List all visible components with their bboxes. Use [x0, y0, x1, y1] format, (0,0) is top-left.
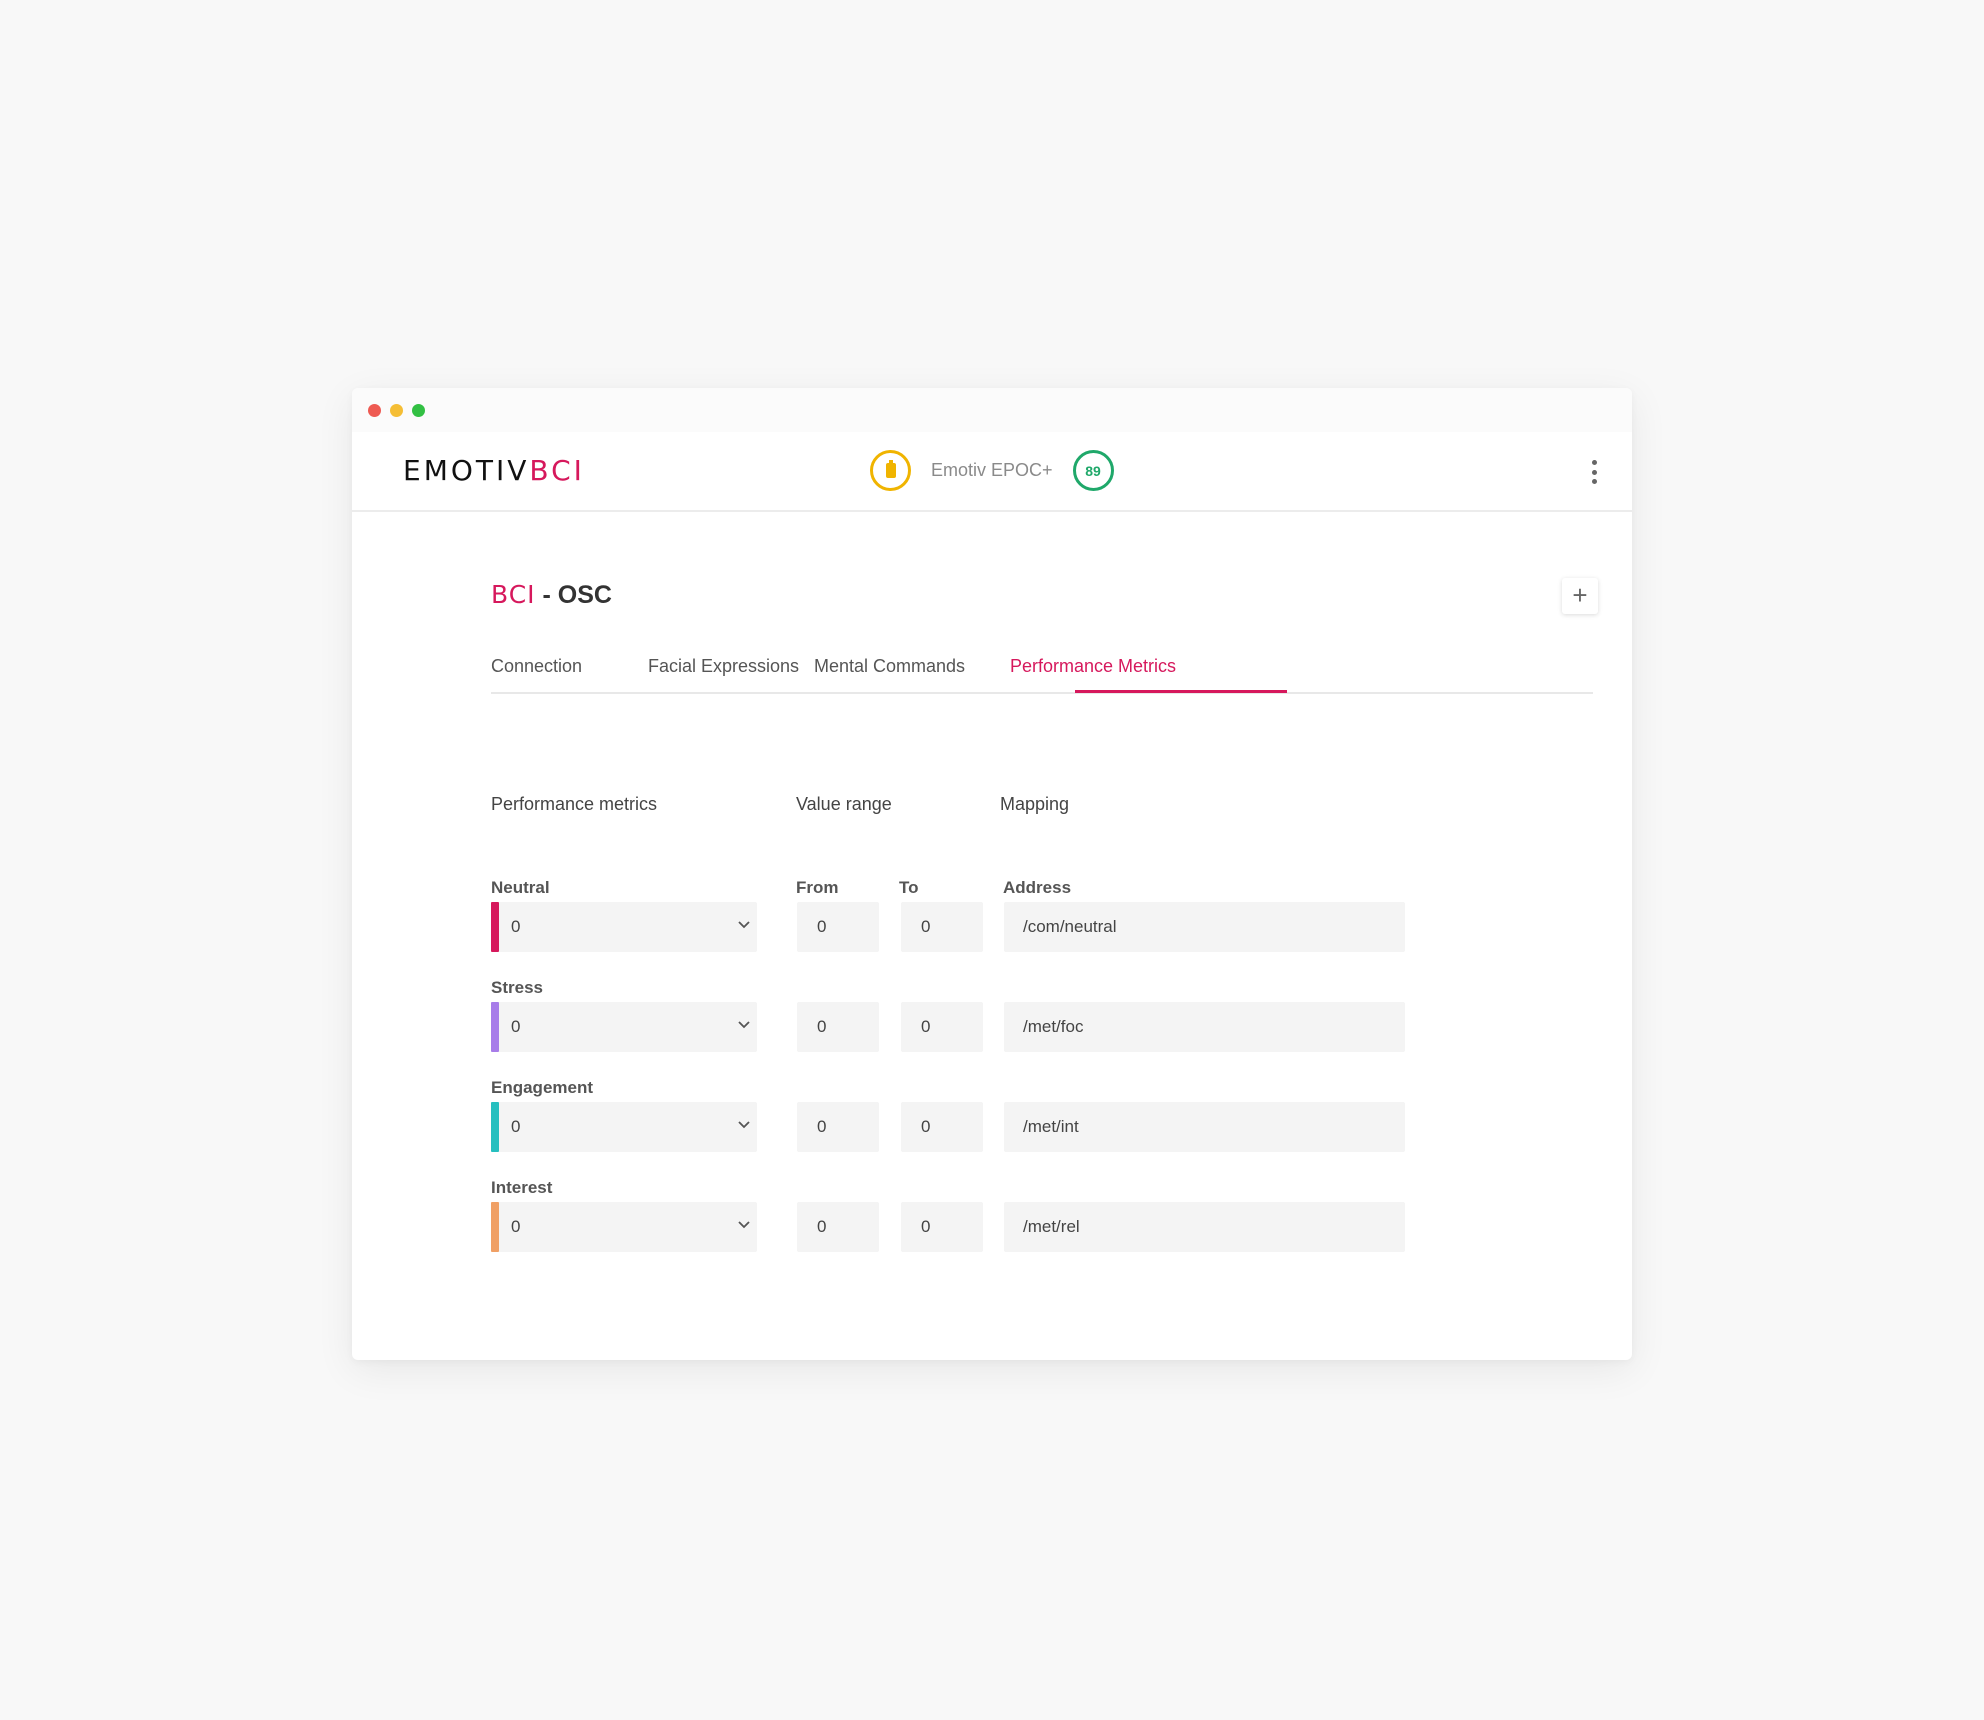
close-window-button[interactable]	[368, 403, 381, 417]
device-status[interactable]: Emotiv EPOC+ 89	[870, 450, 1114, 491]
tab-performance-metrics[interactable]: Performance Metrics	[1010, 656, 1176, 677]
logo-text-bci: BCI	[529, 454, 585, 487]
metric-select-value: 0	[511, 1117, 521, 1136]
maximize-window-button[interactable]	[412, 403, 425, 417]
metric-label-interest: Interest	[491, 1178, 553, 1197]
to-input[interactable]: 0	[901, 1002, 983, 1052]
chevron-down-icon	[738, 1021, 750, 1029]
from-input[interactable]: 0	[797, 902, 879, 952]
metric-label-engagement: Engagement	[491, 1078, 594, 1097]
metric-label-stress: Stress	[491, 978, 543, 997]
from-input[interactable]: 0	[797, 1102, 879, 1152]
to-input[interactable]: 0	[901, 1202, 983, 1252]
subheader-from: From	[796, 878, 839, 897]
address-input[interactable]: /met/rel	[1004, 1202, 1405, 1252]
tab-connection[interactable]: Connection	[491, 656, 582, 677]
metric-select-stress[interactable]: 0	[491, 1002, 757, 1052]
metric-select-engagement[interactable]: 0	[491, 1102, 757, 1152]
from-input[interactable]: 0	[797, 1202, 879, 1252]
main-content: BCI - OSC + Connection Facial Expression…	[352, 512, 1632, 1360]
tab-facial-expressions[interactable]: Facial Expressions	[648, 656, 799, 677]
metric-color-bar	[491, 1102, 499, 1152]
to-input[interactable]: 0	[901, 1102, 983, 1152]
metric-select-value: 0	[511, 1217, 521, 1236]
signal-quality-value: 89	[1085, 462, 1101, 479]
title-bar	[352, 388, 1632, 432]
from-input[interactable]: 0	[797, 1002, 879, 1052]
signal-quality-badge: 89	[1072, 450, 1114, 491]
page-title-brand: BCI	[491, 580, 536, 609]
chevron-down-icon	[738, 1221, 750, 1229]
address-input[interactable]: /met/int	[1004, 1102, 1405, 1152]
metric-select-neutral[interactable]: 0	[491, 902, 757, 952]
metric-select-interest[interactable]: 0	[491, 1202, 757, 1252]
metric-color-bar	[491, 1002, 499, 1052]
add-button[interactable]: +	[1562, 578, 1598, 614]
app-window: EMOTIVBCI Emotiv EPOC+ 89 BCI - OSC + Co…	[352, 388, 1632, 1360]
logo-text-emotiv: EMOTIV	[403, 454, 530, 487]
tab-mental-commands[interactable]: Mental Commands	[814, 656, 965, 677]
device-name: Emotiv EPOC+	[931, 460, 1053, 480]
subheader-address: Address	[1003, 878, 1072, 897]
kebab-menu-icon[interactable]	[1589, 460, 1599, 484]
metric-select-value: 0	[511, 917, 521, 936]
address-input[interactable]: /com/neutral	[1004, 902, 1405, 952]
tab-bar: Connection Facial Expressions Mental Com…	[491, 646, 1593, 694]
page-title: BCI - OSC	[491, 580, 612, 610]
active-tab-indicator	[1075, 690, 1287, 693]
page-title-text: - OSC	[535, 581, 612, 609]
metric-color-bar	[491, 1202, 499, 1252]
header-performance-metrics: Performance metrics	[491, 794, 658, 814]
to-input[interactable]: 0	[901, 902, 983, 952]
minimize-window-button[interactable]	[390, 403, 403, 417]
app-header: EMOTIVBCI Emotiv EPOC+ 89	[352, 432, 1632, 512]
subheader-to: To	[899, 878, 919, 897]
header-mapping: Mapping	[1000, 794, 1070, 814]
address-input[interactable]: /met/foc	[1004, 1002, 1405, 1052]
header-value-range: Value range	[796, 794, 892, 814]
emotiv-bci-logo: EMOTIVBCI	[403, 454, 585, 487]
chevron-down-icon	[738, 1121, 750, 1129]
metric-color-bar	[491, 902, 499, 952]
metric-label-neutral: Neutral	[491, 878, 550, 897]
battery-icon	[870, 450, 911, 491]
metric-select-value: 0	[511, 1017, 521, 1036]
chevron-down-icon	[738, 921, 750, 929]
